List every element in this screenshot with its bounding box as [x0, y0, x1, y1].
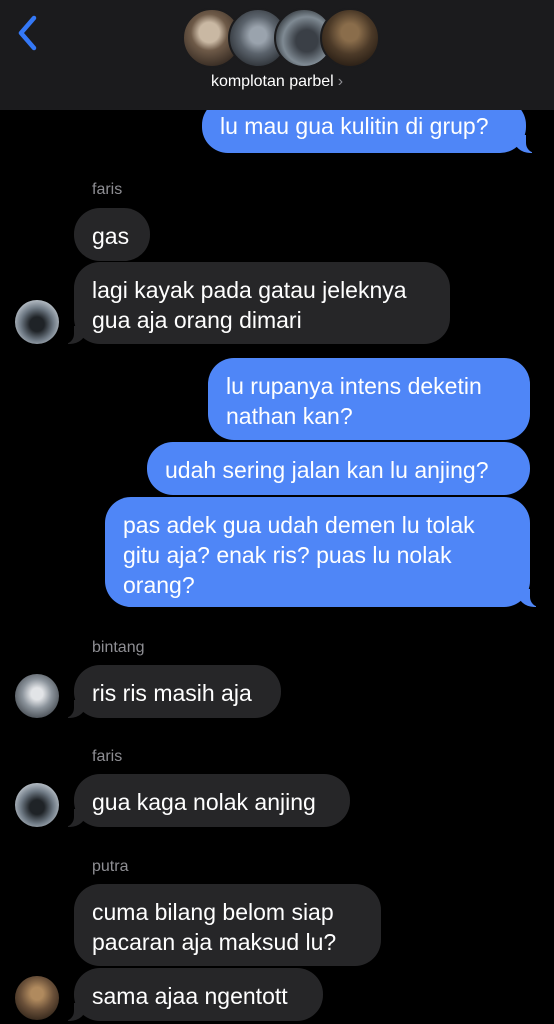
sender-avatar[interactable] [15, 976, 59, 1020]
incoming-message[interactable]: ris ris masih aja [60, 665, 281, 718]
incoming-message[interactable]: cuma bilang belom siap pacaran aja maksu… [74, 884, 381, 966]
group-avatars[interactable] [182, 8, 380, 68]
outgoing-message[interactable]: lu rupanya intens deketin nathan kan? [208, 358, 530, 440]
incoming-message[interactable]: gas [74, 208, 150, 261]
back-button[interactable] [14, 14, 44, 52]
outgoing-message[interactable]: udah sering jalan kan lu anjing? [147, 442, 530, 495]
sender-avatar[interactable] [15, 300, 59, 344]
incoming-message[interactable]: lagi kayak pada gatau jeleknya gua aja o… [60, 262, 450, 344]
sender-name: putra [92, 858, 129, 875]
sender-name: bintang [92, 639, 145, 656]
sender-avatar[interactable] [15, 674, 59, 718]
incoming-message[interactable]: sama ajaa ngentott [60, 968, 323, 1021]
sender-name: faris [92, 748, 123, 765]
chevron-left-icon [18, 15, 37, 51]
group-name-button[interactable]: komplotan parbel › [0, 73, 554, 91]
chat-header: komplotan parbel › [0, 0, 554, 110]
incoming-message[interactable]: gua kaga nolak anjing [60, 774, 350, 827]
chevron-right-icon: › [337, 73, 344, 90]
sender-avatar[interactable] [15, 783, 59, 827]
group-name: komplotan parbel [210, 73, 334, 90]
outgoing-message[interactable]: pas adek gua udah demen lu tolak gitu aj… [105, 497, 544, 607]
avatar [320, 8, 380, 68]
sender-name: faris [92, 181, 123, 198]
